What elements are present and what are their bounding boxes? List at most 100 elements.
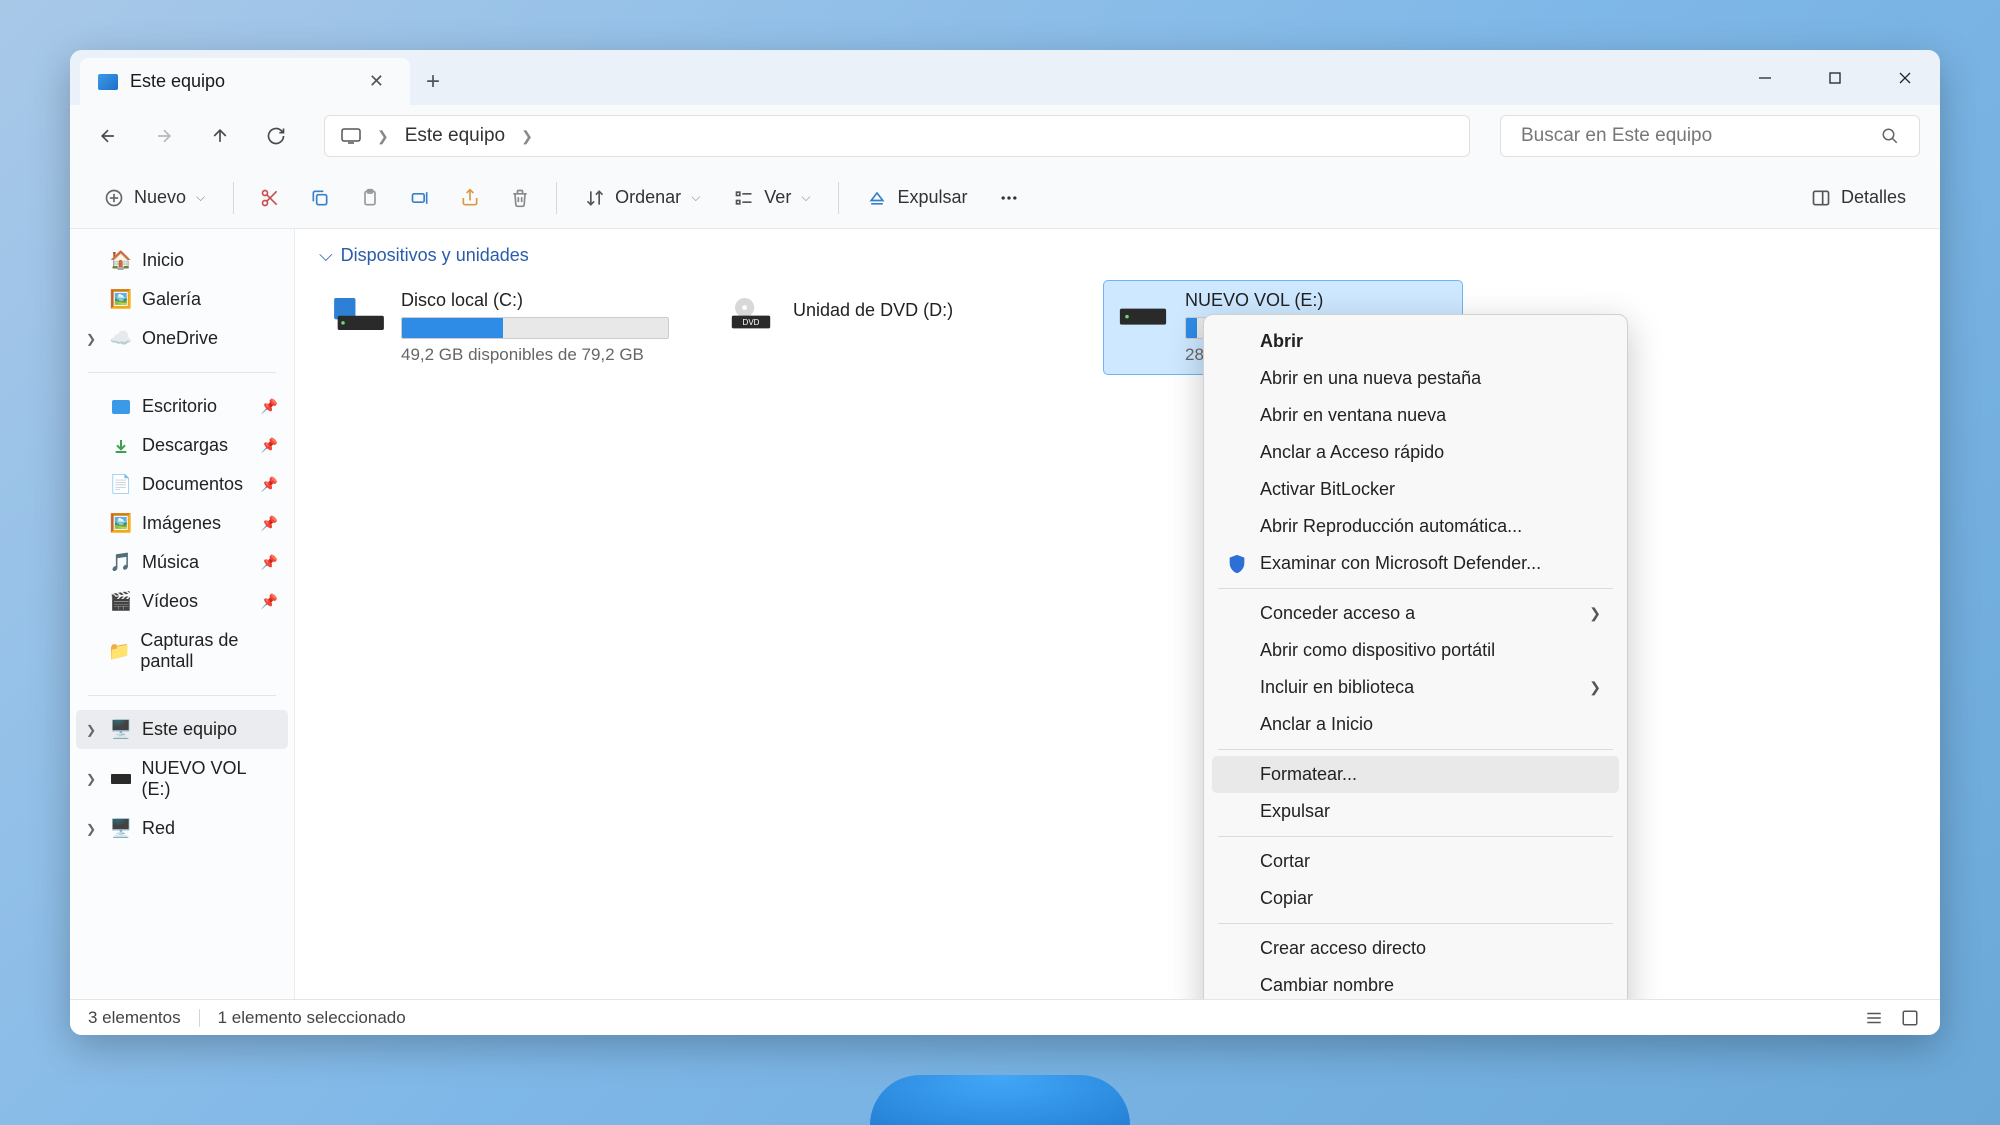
sidebar-item-desktop[interactable]: Escritorio📌	[76, 387, 288, 426]
pin-icon[interactable]: 📌	[261, 437, 278, 454]
expand-icon[interactable]: ❯	[86, 772, 100, 786]
new-tab-button[interactable]: +	[410, 68, 456, 96]
sidebar-item-thispc[interactable]: ❯🖥️Este equipo	[76, 710, 288, 749]
sidebar-item-downloads[interactable]: Descargas 📌	[76, 426, 288, 465]
cm-rename[interactable]: Cambiar nombre	[1212, 967, 1619, 999]
capacity-fill	[402, 318, 503, 338]
refresh-button[interactable]	[258, 118, 294, 154]
cm-grant-access[interactable]: Conceder acceso a❯	[1212, 595, 1619, 632]
trash-icon	[510, 188, 530, 208]
cm-copy[interactable]: Copiar	[1212, 880, 1619, 917]
navigation-pane: 🏠Inicio 🖼️Galería ❯☁️OneDrive Escritorio…	[70, 229, 295, 999]
view-label: Ver	[764, 187, 791, 208]
share-button[interactable]	[448, 178, 492, 218]
forward-button[interactable]	[146, 118, 182, 154]
maximize-button[interactable]	[1800, 53, 1870, 103]
cm-bitlocker[interactable]: Activar BitLocker	[1212, 471, 1619, 508]
cut-button[interactable]	[248, 178, 292, 218]
context-menu-label: Incluir en biblioteca	[1260, 677, 1414, 698]
delete-button[interactable]	[498, 178, 542, 218]
context-menu-label: Conceder acceso a	[1260, 603, 1415, 624]
paste-button[interactable]	[348, 178, 392, 218]
cm-autoplay[interactable]: Abrir Reproducción automática...	[1212, 508, 1619, 545]
expand-icon[interactable]: ❯	[86, 332, 100, 346]
sidebar-item-music[interactable]: 🎵Música📌	[76, 543, 288, 582]
pin-icon[interactable]: 📌	[261, 398, 278, 415]
cm-pin-start[interactable]: Anclar a Inicio	[1212, 706, 1619, 743]
drive-capacity-text: 49,2 GB disponibles de 79,2 GB	[401, 345, 669, 365]
new-button[interactable]: Nuevo ⌵	[90, 178, 219, 218]
chevron-right-icon[interactable]: ❯	[521, 128, 533, 145]
chevron-down-icon: ⌵	[196, 190, 205, 205]
sidebar-item-label: Descargas	[142, 435, 228, 456]
dvd-drive-icon: DVD	[721, 290, 781, 338]
more-button[interactable]	[987, 178, 1031, 218]
sidebar-item-home[interactable]: 🏠Inicio	[76, 241, 288, 280]
section-header[interactable]: ⌵ Dispositivos y unidades	[319, 245, 1916, 266]
expand-icon[interactable]: ❯	[86, 723, 100, 737]
address-bar[interactable]: ❯ Este equipo ❯	[324, 115, 1470, 157]
drive-c[interactable]: Disco local (C:) 49,2 GB disponibles de …	[319, 280, 679, 375]
eject-button[interactable]: Expulsar	[853, 178, 981, 218]
active-tab[interactable]: Este equipo ✕	[80, 58, 410, 105]
pin-icon[interactable]: 📌	[261, 593, 278, 610]
separator	[1218, 749, 1613, 750]
copy-button[interactable]	[298, 178, 342, 218]
shield-icon	[1226, 553, 1248, 575]
rename-icon	[410, 188, 430, 208]
view-button[interactable]: Ver ⌵	[720, 178, 824, 218]
clipboard-icon	[360, 188, 380, 208]
local-disk-icon	[329, 290, 389, 338]
sort-button[interactable]: Ordenar ⌵	[571, 178, 714, 218]
view-grid-button[interactable]	[1898, 1006, 1922, 1030]
sidebar-item-label: OneDrive	[142, 328, 218, 349]
context-menu-label: Activar BitLocker	[1260, 479, 1395, 500]
close-tab-button[interactable]: ✕	[361, 67, 392, 96]
breadcrumb-location[interactable]: Este equipo	[405, 125, 505, 147]
eject-icon	[867, 188, 887, 208]
drive-name: Unidad de DVD (D:)	[793, 300, 1061, 321]
close-button[interactable]	[1870, 53, 1940, 103]
context-menu-label: Formatear...	[1260, 764, 1357, 785]
sidebar-item-documents[interactable]: 📄Documentos📌	[76, 465, 288, 504]
cm-shortcut[interactable]: Crear acceso directo	[1212, 930, 1619, 967]
pin-icon[interactable]: 📌	[261, 554, 278, 571]
gallery-icon: 🖼️	[110, 291, 132, 309]
details-pane-button[interactable]: Detalles	[1797, 178, 1920, 218]
cm-cut[interactable]: Cortar	[1212, 843, 1619, 880]
sidebar-item-network[interactable]: ❯🖥️Red	[76, 809, 288, 848]
expand-icon[interactable]: ❯	[86, 822, 100, 836]
sidebar-item-pictures[interactable]: 🖼️Imágenes📌	[76, 504, 288, 543]
up-button[interactable]	[202, 118, 238, 154]
sort-label: Ordenar	[615, 187, 681, 208]
sidebar-item-screenshots[interactable]: 📁Capturas de pantall	[76, 621, 288, 681]
sidebar-item-videos[interactable]: 🎬Vídeos📌	[76, 582, 288, 621]
cm-eject[interactable]: Expulsar	[1212, 793, 1619, 830]
cm-library[interactable]: Incluir en biblioteca❯	[1212, 669, 1619, 706]
cm-format[interactable]: Formatear...	[1212, 756, 1619, 793]
drive-info: Unidad de DVD (D:)	[793, 290, 1061, 365]
sidebar-item-newvol[interactable]: ❯ NUEVO VOL (E:)	[76, 749, 288, 809]
pin-icon[interactable]: 📌	[261, 515, 278, 532]
cm-open-new-window[interactable]: Abrir en ventana nueva	[1212, 397, 1619, 434]
cm-open-new-tab[interactable]: Abrir en una nueva pestaña	[1212, 360, 1619, 397]
rename-button[interactable]	[398, 178, 442, 218]
cm-defender[interactable]: Examinar con Microsoft Defender...	[1212, 545, 1619, 582]
sidebar-item-label: NUEVO VOL (E:)	[142, 758, 278, 800]
share-icon	[460, 188, 480, 208]
sidebar-item-onedrive[interactable]: ❯☁️OneDrive	[76, 319, 288, 358]
pin-icon[interactable]: 📌	[261, 476, 278, 493]
minimize-button[interactable]	[1730, 53, 1800, 103]
cm-pin-quick-access[interactable]: Anclar a Acceso rápido	[1212, 434, 1619, 471]
cm-portable[interactable]: Abrir como dispositivo portátil	[1212, 632, 1619, 669]
this-pc-icon	[98, 74, 118, 90]
back-button[interactable]	[90, 118, 126, 154]
body: 🏠Inicio 🖼️Galería ❯☁️OneDrive Escritorio…	[70, 229, 1940, 999]
context-menu-label: Copiar	[1260, 888, 1313, 909]
view-list-button[interactable]	[1862, 1006, 1886, 1030]
monitor-icon: 🖥️	[110, 721, 132, 739]
cm-open[interactable]: Abrir	[1212, 323, 1619, 360]
drive-d[interactable]: DVD Unidad de DVD (D:)	[711, 280, 1071, 375]
sidebar-item-gallery[interactable]: 🖼️Galería	[76, 280, 288, 319]
search-input[interactable]: Buscar en Este equipo	[1500, 115, 1920, 157]
